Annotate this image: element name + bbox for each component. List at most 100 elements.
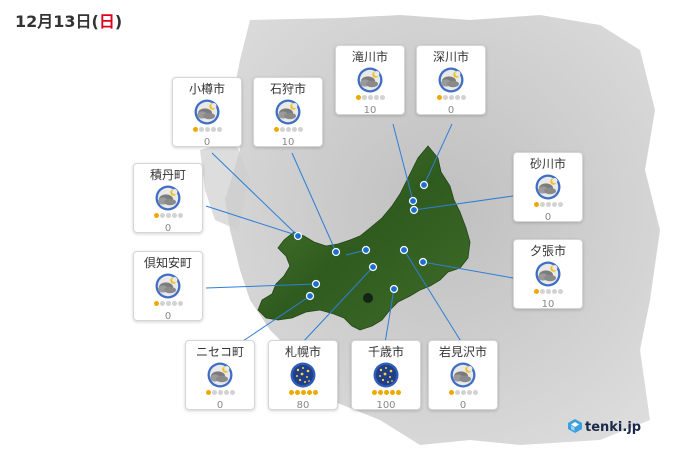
index-dot [273,127,279,132]
index-dot [442,95,448,100]
marker-shakotan [293,231,303,241]
cloud-moon-icon [357,67,383,93]
index-level-dots [514,289,582,295]
cloud-moon-icon [155,273,181,299]
city-card-kutchan[interactable]: 倶知安町 0 [133,251,203,322]
marker-yubari [418,257,428,267]
marker-niseko [305,291,315,301]
index-dot [153,301,159,306]
index-dot [389,390,395,395]
index-dot [361,95,367,100]
index-dot [557,202,563,207]
index-value: 0 [164,223,172,234]
marker-sunagawa [409,205,419,215]
index-value: 0 [447,105,455,116]
city-name: ニセコ町 [195,345,244,359]
marker-kutchan [311,279,321,289]
city-card-shakotan[interactable]: 積丹町 0 [133,163,203,234]
city-card-takikawa[interactable]: 滝川市 10 [335,45,405,116]
index-level-dots [336,95,404,101]
index-dot [177,213,183,218]
city-card-sunagawa[interactable]: 砂川市 0 [513,152,583,223]
index-dot [217,390,223,395]
index-dot [216,127,222,132]
city-name: 小樽市 [188,82,225,96]
marker-otaru [331,247,341,257]
index-dot [165,301,171,306]
index-dot [379,95,385,100]
index-level-dots [429,390,497,396]
index-value: 0 [203,137,211,148]
index-dot [533,202,539,207]
index-value: 0 [216,400,224,411]
city-card-niseko[interactable]: ニセコ町 0 [185,340,255,411]
index-dot [294,390,300,395]
index-dot [454,390,460,395]
index-dot [557,289,563,294]
index-level-dots [134,213,202,219]
city-card-sapporo[interactable]: 札幌市 80 [268,340,338,411]
marker-iwamizawa [399,245,409,255]
index-dot [545,202,551,207]
marker-fukagawa [419,180,429,190]
index-dot [159,213,165,218]
city-card-iwamizawa[interactable]: 岩見沢市 0 [428,340,498,411]
tenki-logo: tenki.jp [568,419,641,435]
index-dot [297,127,303,132]
index-value: 10 [363,105,377,116]
index-dot [373,95,379,100]
index-dot [285,127,291,132]
index-value: 0 [164,311,172,322]
index-dot [198,127,204,132]
index-dot [460,390,466,395]
city-name: 倶知安町 [143,256,192,270]
index-dot [395,390,401,395]
city-card-yubari[interactable]: 夕張市 10 [513,239,583,310]
index-value: 10 [281,137,295,148]
index-dot [448,95,454,100]
cloud-moon-icon [535,174,561,200]
index-dot [312,390,318,395]
city-card-chitose[interactable]: 千歳市 100 [351,340,421,411]
index-value: 10 [541,299,555,310]
city-name: 岩見沢市 [438,345,487,359]
starry-night-icon [290,362,316,388]
cloud-moon-icon [275,99,301,125]
marker-sapporo [368,262,378,272]
index-level-dots [417,95,485,101]
index-dot [171,213,177,218]
index-level-dots [173,127,241,133]
index-dot [288,390,294,395]
index-dot [539,289,545,294]
index-dot [153,213,159,218]
index-dot [367,95,373,100]
cloud-moon-icon [535,261,561,287]
index-dot [371,390,377,395]
cloud-moon-icon [438,67,464,93]
marker-takikawa [408,196,418,206]
index-level-dots [134,301,202,307]
index-dot [159,301,165,306]
index-dot [545,289,551,294]
index-value: 0 [459,400,467,411]
index-dot [229,390,235,395]
city-card-ishikari[interactable]: 石狩市 10 [253,77,323,148]
city-card-otaru[interactable]: 小樽市 0 [172,77,242,148]
index-level-dots [186,390,254,396]
index-dot [279,127,285,132]
index-dot [192,127,198,132]
index-dot [436,95,442,100]
index-level-dots [269,390,337,396]
city-name: 砂川市 [529,157,566,171]
city-name: 札幌市 [284,345,321,359]
index-dot [300,390,306,395]
index-dot [211,390,217,395]
index-dot [466,390,472,395]
city-name: 千歳市 [367,345,404,359]
index-dot [448,390,454,395]
marker-ishikari [361,245,371,255]
index-dot [210,127,216,132]
city-card-fukagawa[interactable]: 深川市 0 [416,45,486,116]
marker-chitose [389,284,399,294]
cloud-moon-icon [155,185,181,211]
